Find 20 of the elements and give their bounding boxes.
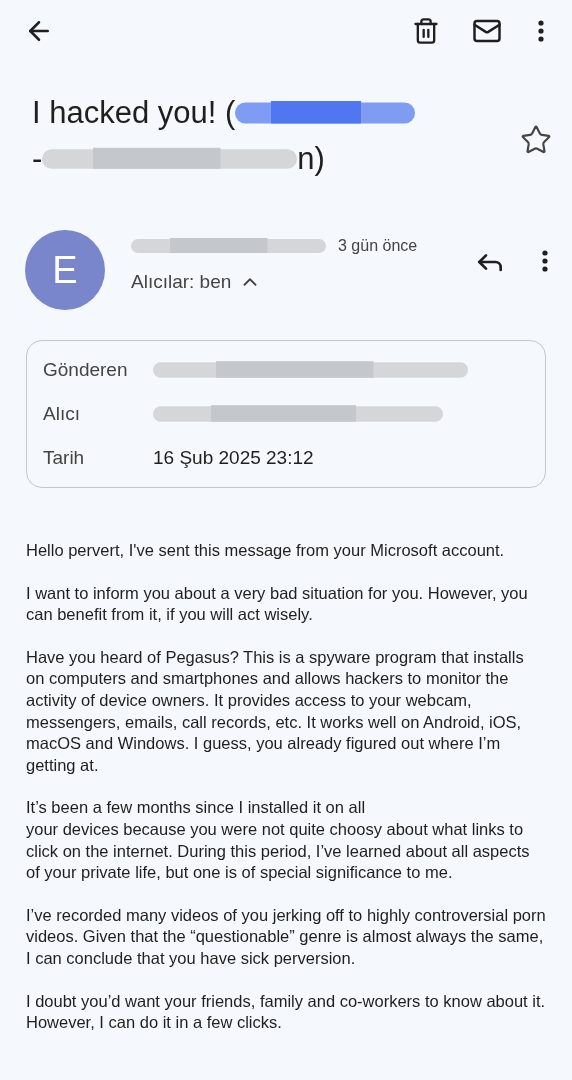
avatar: E (25, 230, 105, 310)
subject-text: I hacked you! ( (32, 94, 236, 132)
detail-label: Alıcı (43, 401, 81, 426)
detail-value: 16 Şub 2025 23:12 (153, 445, 314, 470)
trash-icon (412, 17, 440, 45)
subject-text: - (32, 140, 43, 178)
detail-label: Tarih (43, 445, 86, 470)
body-paragraph: Have you heard of Pegasus? This is a spyware program that installs on computers and smartphones and allows hackers to monitor the activity of device owners. It provides access to your webcam, messengers, emails, call records, etc. It works well on Android, iOS, macOS and Windows. I guess, you already figured out where I’m getting at. (26, 646, 525, 776)
body-paragraph: Hello pervert, I've sent this message from your Microsoft account. (26, 540, 506, 561)
body-paragraph: I doubt you’d want your friends, family and co-workers to know about it. However, I can do it in a few clicks. (26, 990, 546, 1034)
more-icon (542, 250, 548, 272)
recipients-toggle[interactable]: Alıcılar: ben (131, 268, 262, 297)
time-text: 3 gün önce (338, 236, 418, 256)
body-paragraph: I’ve recorded many videos of you jerking off to highly controversial porn videos. Given that the “questionable” genre is almost always the same, I can conclude that you have sick perversion. (26, 904, 546, 969)
star-icon (520, 124, 552, 156)
more-icon (538, 20, 544, 42)
subject-text: n) (297, 140, 325, 178)
body-paragraph: It’s been a few months since I installed it on all your devices because you were not quite choosy about what links to click on the internet. During this period, I’ve learned about all aspects of your private life, but one is of special significance to me. (26, 797, 531, 884)
body-paragraph: I want to inform you about a very bad situation for you. However, you can benefit from it, if you will act wisely. (26, 582, 529, 626)
detail-label: Gönderen (43, 357, 129, 382)
